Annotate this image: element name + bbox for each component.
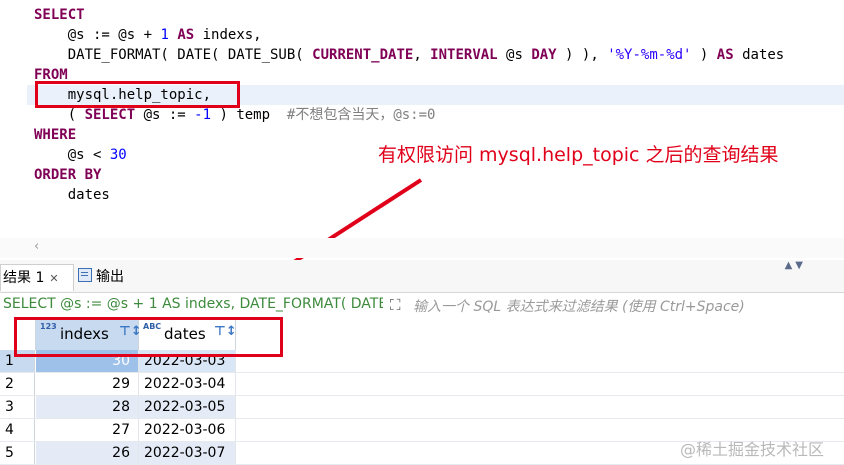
expand-icon[interactable]: ⛶	[390, 296, 401, 314]
chevron-left-icon[interactable]: ‹	[34, 239, 39, 254]
code-token: ,	[413, 47, 431, 63]
code-token: ) ),	[556, 47, 608, 63]
annotation-text: 有权限访问 mysql.help_topic 之后的查询结果	[378, 144, 779, 166]
code-token: AS	[177, 27, 195, 43]
highlight-box-columns	[14, 317, 283, 357]
table-row[interactable]: 2 29 2022-03-04	[0, 373, 844, 396]
code-token: -1	[194, 107, 212, 123]
row-number[interactable]: 2	[0, 373, 35, 396]
tab-result-1[interactable]: 结果 1 ✕	[0, 264, 74, 291]
tab-result-1-label: 结果 1	[3, 270, 45, 286]
code-token: indexs,	[194, 27, 262, 43]
row-number[interactable]: 4	[0, 419, 35, 442]
query-text: SELECT @s := @s + 1 AS indexs, DATE_FORM…	[3, 296, 383, 312]
cell-dates[interactable]: 2022-03-06	[139, 419, 236, 442]
close-icon[interactable]: ✕	[49, 272, 58, 285]
editor-horizontal-scrollbar[interactable]: ‹	[0, 238, 844, 258]
code-token: (	[34, 107, 85, 123]
code-token: DATE_FORMAT( DATE( DATE_SUB(	[34, 47, 313, 63]
filter-bar: SELECT @s := @s + 1 AS indexs, DATE_FORM…	[0, 293, 844, 317]
panel-collapse-icon[interactable]: ▲▼	[785, 260, 806, 271]
code-token: @s <	[34, 147, 110, 163]
cell-indexs[interactable]: 28	[36, 396, 139, 419]
code-token: WHERE	[34, 127, 77, 143]
code-line: DATE_FORMAT( DATE( DATE_SUB( CURRENT_DAT…	[0, 45, 785, 65]
tab-output-label: 输出	[96, 269, 124, 285]
output-icon	[78, 268, 92, 282]
tab-output[interactable]: 输出	[78, 264, 124, 290]
cell-dates[interactable]: 2022-03-05	[139, 396, 236, 419]
code-token: SELECT	[34, 7, 85, 23]
code-token: dates	[34, 187, 110, 203]
code-token: INTERVAL	[430, 47, 498, 63]
code-token: AS	[716, 47, 734, 63]
code-token: 1	[160, 27, 169, 43]
code-token: ) temp	[211, 107, 287, 123]
filter-input[interactable]: 输入一个 SQL 表达式来过滤结果 (使用 Ctrl+Space)	[413, 296, 745, 316]
cell-indexs[interactable]: 29	[36, 373, 139, 396]
code-token: SELECT	[84, 107, 136, 123]
code-token: DAY	[531, 47, 557, 63]
row-number[interactable]: 3	[0, 396, 35, 419]
cell-indexs[interactable]: 27	[36, 419, 139, 442]
cell-dates[interactable]: 2022-03-04	[139, 373, 236, 396]
watermark: @稀土掘金技术社区	[680, 440, 825, 459]
highlight-box-help-topic	[35, 81, 240, 108]
code-token: '%Y-%m-%d'	[607, 47, 692, 63]
sql-editor[interactable]: SELECT @s := @s + 1 AS indexs, DATE_FORM…	[0, 0, 844, 284]
code-line: @s := @s + 1 AS indexs,	[0, 25, 784, 45]
code-token: CURRENT_DATE	[312, 47, 414, 63]
result-tabs: 结果 1 ✕ 输出 ▲▼	[0, 260, 844, 293]
code-token: @s	[497, 47, 532, 63]
table-row[interactable]: 3 28 2022-03-05	[0, 396, 844, 419]
code-token: )	[691, 47, 717, 63]
code-token: 30	[109, 147, 127, 163]
code-token: @s := @s +	[34, 27, 161, 43]
code-line: SELECT	[0, 5, 784, 25]
code-token: ORDER BY	[34, 167, 102, 183]
code-token: @s :=	[135, 107, 195, 123]
code-line: ( SELECT @s := -1 ) temp #不想包含当天，@s:=0	[0, 105, 784, 125]
code-token: dates	[733, 47, 785, 63]
code-token: #不想包含当天，@s:=0	[286, 107, 436, 123]
